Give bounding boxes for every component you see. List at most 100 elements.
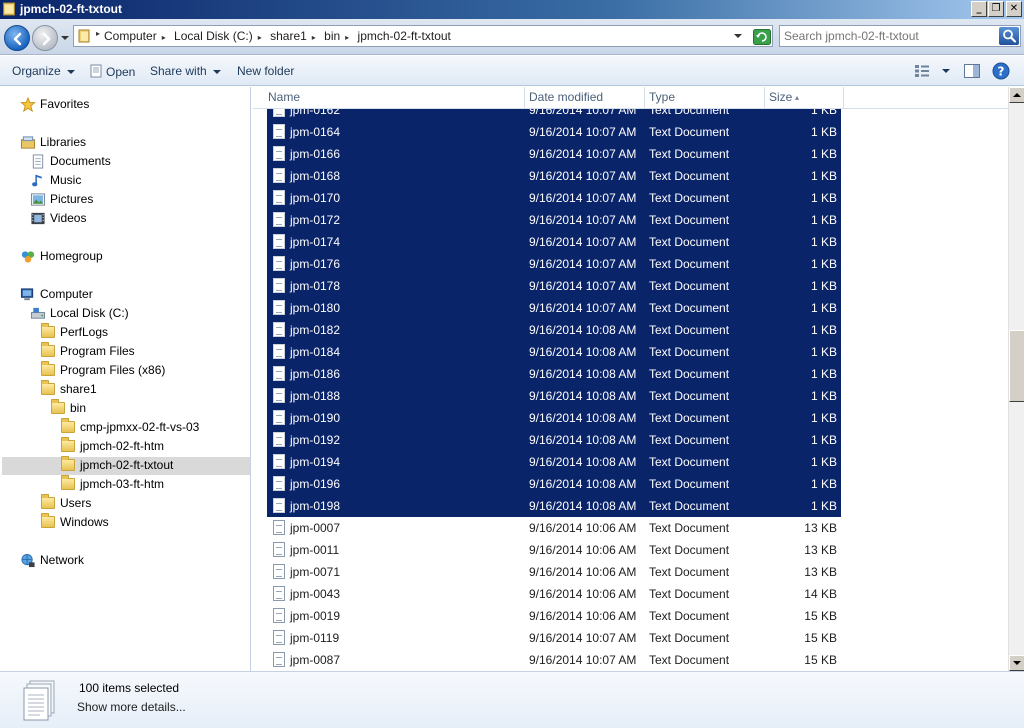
scroll-up-button[interactable]	[1009, 87, 1024, 103]
close-button[interactable]: ✕	[1006, 1, 1022, 17]
text-document-icon	[273, 476, 285, 491]
show-more-details-link[interactable]: Show more details...	[77, 700, 186, 714]
folder-icon	[61, 437, 75, 452]
text-document-icon	[273, 432, 285, 447]
file-row[interactable]: jpm-0192 9/16/2014 10:08 AM Text Document 1…	[267, 429, 841, 451]
refresh-icon[interactable]	[753, 29, 771, 45]
breadcrumb-chevron[interactable]: ▸	[162, 33, 166, 42]
file-row[interactable]: jpm-0176 9/16/2014 10:07 AM Text Document 1…	[267, 253, 841, 275]
file-size: 1 KB	[810, 411, 837, 425]
file-row[interactable]: jpm-0019 9/16/2014 10:06 AM Text Document 1…	[267, 605, 841, 627]
drive-icon	[30, 307, 46, 319]
star-icon	[20, 97, 36, 112]
breadcrumb-share1[interactable]: share1	[270, 29, 307, 43]
file-row[interactable]: jpm-0172 9/16/2014 10:07 AM Text Document 1…	[267, 209, 841, 231]
breadcrumb-chevron[interactable]: ▸	[312, 33, 316, 42]
column-header-date-modified[interactable]: Date modified	[525, 87, 645, 108]
documents-icon	[32, 154, 44, 169]
text-document-icon	[273, 168, 285, 183]
file-type: Text Document	[649, 411, 730, 425]
file-row[interactable]: jpm-0166 9/16/2014 10:07 AM Text Document 1…	[267, 143, 841, 165]
chevron-down-icon[interactable]	[734, 32, 742, 40]
breadcrumb-computer[interactable]: Computer	[104, 29, 157, 43]
search-input[interactable]	[784, 28, 994, 44]
breadcrumb-current-folder[interactable]: jpmch-02-ft-txtout	[358, 29, 451, 43]
view-options-dropdown-icon[interactable]	[942, 69, 950, 73]
file-name: jpm-0192	[290, 433, 341, 447]
breadcrumb-chevron[interactable]: ▸	[258, 33, 262, 42]
file-date-modified: 9/16/2014 10:08 AM	[529, 411, 637, 425]
column-header-name[interactable]: Name	[253, 87, 525, 108]
file-row[interactable]: jpm-0164 9/16/2014 10:07 AM Text Document 1…	[267, 121, 841, 143]
breadcrumb-root-chevron[interactable]: ▸	[96, 29, 100, 38]
file-size: 1 KB	[810, 477, 837, 491]
file-size: 13 KB	[804, 521, 837, 535]
file-date-modified: 9/16/2014 10:06 AM	[529, 587, 637, 601]
file-row[interactable]: jpm-0170 9/16/2014 10:07 AM Text Document 1…	[267, 187, 841, 209]
file-size: 15 KB	[804, 609, 837, 623]
file-size: 15 KB	[804, 653, 837, 667]
file-name: jpm-0162	[290, 109, 341, 117]
file-size: 1 KB	[810, 367, 837, 381]
file-row[interactable]: jpm-0011 9/16/2014 10:06 AM Text Document 1…	[267, 539, 841, 561]
scroll-down-button[interactable]	[1009, 655, 1024, 671]
file-row[interactable]: jpm-0168 9/16/2014 10:07 AM Text Document 1…	[267, 165, 841, 187]
file-row[interactable]: jpm-0174 9/16/2014 10:07 AM Text Document 1…	[267, 231, 841, 253]
minimize-button[interactable]: _	[971, 1, 987, 17]
column-header-type[interactable]: Type	[645, 87, 765, 108]
file-row[interactable]: jpm-0162 9/16/2014 10:07 AM Text Document 1…	[267, 109, 841, 121]
open-label: Open	[106, 65, 136, 79]
breadcrumb-chevron[interactable]: ▸	[345, 33, 349, 42]
file-row[interactable]: jpm-0198 9/16/2014 10:08 AM Text Document 1…	[267, 495, 841, 517]
file-type: Text Document	[649, 125, 730, 139]
scroll-thumb[interactable]	[1009, 330, 1024, 402]
file-row[interactable]: jpm-0119 9/16/2014 10:07 AM Text Document 1…	[267, 627, 841, 649]
breadcrumb-bin[interactable]: bin	[324, 29, 340, 43]
file-row[interactable]: jpm-0184 9/16/2014 10:08 AM Text Document 1…	[267, 341, 841, 363]
file-row[interactable]: jpm-0186 9/16/2014 10:08 AM Text Document 1…	[267, 363, 841, 385]
chevron-down-icon	[66, 69, 75, 74]
file-row[interactable]: jpm-0087 9/16/2014 10:07 AM Text Document 1…	[267, 649, 841, 671]
file-row[interactable]: jpm-0194 9/16/2014 10:08 AM Text Document 1…	[267, 451, 841, 473]
text-document-icon	[273, 564, 285, 579]
file-row[interactable]: jpm-0190 9/16/2014 10:08 AM Text Document 1…	[267, 407, 841, 429]
text-document-icon	[273, 630, 285, 645]
folder-icon	[61, 475, 75, 490]
forward-button[interactable]	[32, 25, 58, 51]
file-row[interactable]: jpm-0196 9/16/2014 10:08 AM Text Document 1…	[267, 473, 841, 495]
search-box[interactable]	[779, 25, 1021, 47]
text-document-icon	[273, 300, 285, 315]
file-row[interactable]: jpm-0178 9/16/2014 10:07 AM Text Document 1…	[267, 275, 841, 297]
open-button[interactable]: Open	[89, 64, 135, 79]
file-row[interactable]: jpm-0043 9/16/2014 10:06 AM Text Document 1…	[267, 583, 841, 605]
file-date-modified: 9/16/2014 10:06 AM	[529, 565, 637, 579]
view-options-icon[interactable]	[914, 64, 930, 78]
file-row[interactable]: jpm-0007 9/16/2014 10:06 AM Text Document 1…	[267, 517, 841, 539]
file-list: jpm-0162 9/16/2014 10:07 AM Text Document 1…	[253, 109, 1008, 671]
breadcrumb-local-disk[interactable]: Local Disk (C:)	[174, 29, 253, 43]
file-date-modified: 9/16/2014 10:06 AM	[529, 521, 637, 535]
column-header-size[interactable]: Size	[765, 87, 844, 108]
file-row[interactable]: jpm-0180 9/16/2014 10:07 AM Text Document 1…	[267, 297, 841, 319]
file-row[interactable]: jpm-0188 9/16/2014 10:08 AM Text Document 1…	[267, 385, 841, 407]
folder-icon	[41, 380, 55, 395]
text-document-icon	[273, 146, 285, 161]
preview-pane-icon[interactable]	[964, 63, 980, 79]
file-type: Text Document	[649, 147, 730, 161]
file-size: 1 KB	[810, 345, 837, 359]
new-folder-button[interactable]: New folder	[237, 64, 294, 78]
back-button[interactable]	[4, 25, 30, 51]
help-icon[interactable]: ?	[992, 62, 1010, 80]
share-with-label: Share with	[150, 64, 207, 78]
address-bar[interactable]: ▸ Computer ▸ Local Disk (C:) ▸ share1 ▸ bin…	[73, 25, 773, 47]
share-with-button[interactable]: Share with	[150, 64, 221, 78]
file-row[interactable]: jpm-0071 9/16/2014 10:06 AM Text Document 1…	[267, 561, 841, 583]
vertical-scrollbar[interactable]	[1008, 87, 1024, 671]
file-name: jpm-0164	[290, 125, 341, 139]
organize-button[interactable]: Organize	[12, 64, 75, 78]
arrow-down-icon	[1013, 661, 1021, 665]
file-row[interactable]: jpm-0182 9/16/2014 10:08 AM Text Document 1…	[267, 319, 841, 341]
search-button[interactable]	[999, 27, 1019, 45]
recent-pages-dropdown-icon[interactable]	[61, 34, 69, 42]
restore-button[interactable]: ❐	[988, 1, 1004, 17]
